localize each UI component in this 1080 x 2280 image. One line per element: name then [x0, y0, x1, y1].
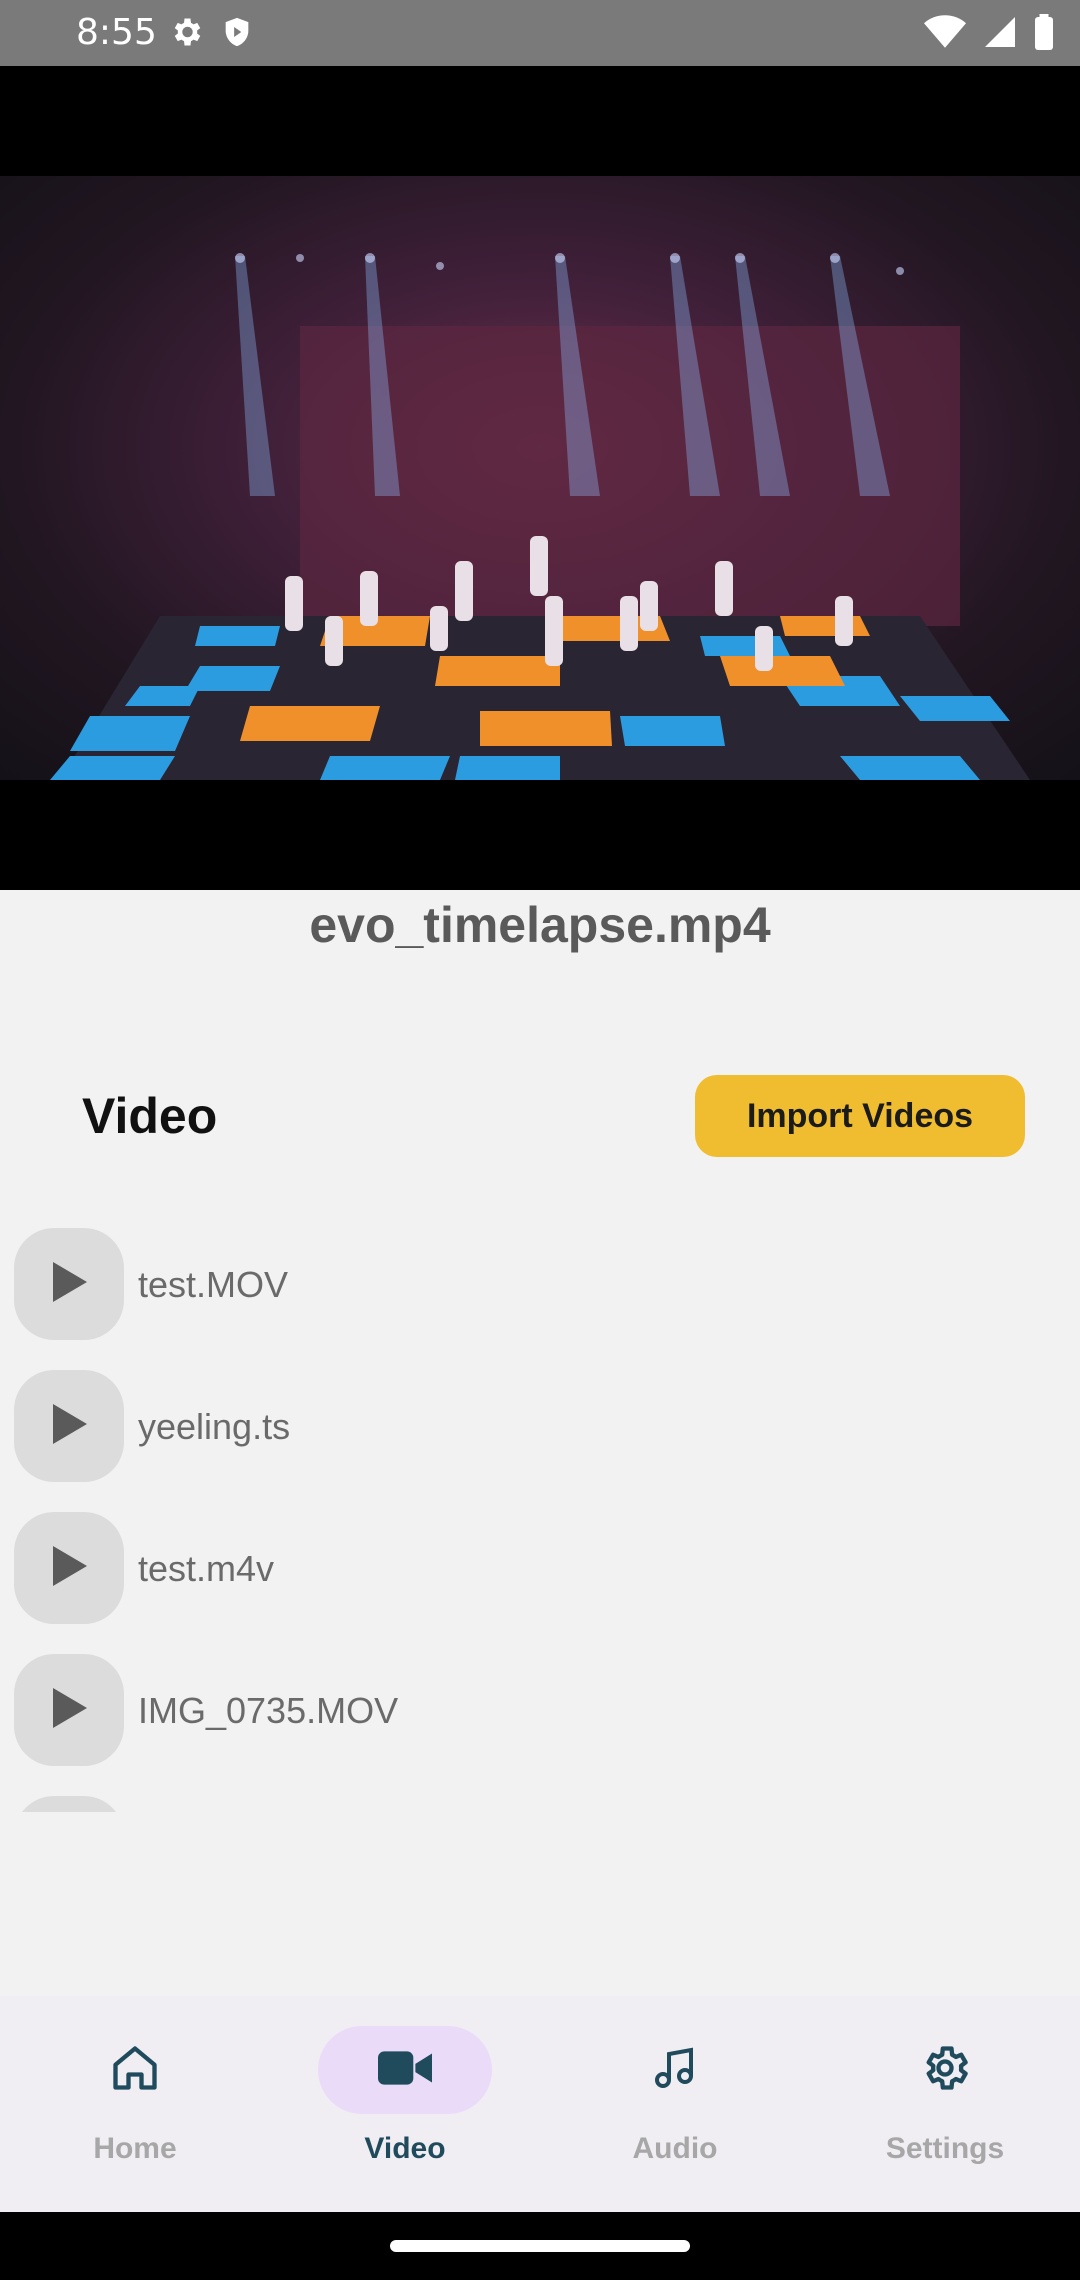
list-item[interactable]: test.MOV: [0, 1220, 1080, 1362]
list-item-partial[interactable]: [0, 1788, 1080, 1812]
video-filename: IMG_0735.MOV: [138, 1690, 399, 1731]
play-icon: [49, 1686, 89, 1735]
section-heading: Video: [82, 1088, 218, 1144]
play-icon: [49, 1402, 89, 1451]
list-item[interactable]: IMG_0735.MOV: [0, 1646, 1080, 1788]
nav-item-video[interactable]: Video: [270, 1996, 540, 2212]
play-icon: [49, 1260, 89, 1309]
music-note-icon: [651, 2042, 699, 2099]
video-frame[interactable]: [0, 176, 1080, 780]
wifi-icon: [924, 14, 966, 55]
nav-icon-container-active: [318, 2026, 492, 2114]
nav-label: Audio: [632, 2132, 718, 2165]
video-filename: test.m4v: [138, 1548, 275, 1589]
video-filename: test.MOV: [138, 1264, 289, 1305]
nav-label: Home: [93, 2132, 177, 2165]
settings-gear-icon: [919, 2042, 971, 2099]
gear-icon: [168, 14, 204, 55]
import-videos-button[interactable]: Import Videos: [695, 1075, 1025, 1157]
nav-item-settings[interactable]: Settings: [810, 1996, 1080, 2212]
video-thumbnail-image: [50, 253, 1030, 780]
list-item[interactable]: test.m4v: [0, 1504, 1080, 1646]
play-button[interactable]: [14, 1228, 124, 1340]
nav-item-home[interactable]: Home: [0, 1996, 270, 2212]
video-filename: yeeling.ts: [138, 1406, 291, 1447]
now-playing-title: evo_timelapse.mp4: [309, 897, 771, 953]
battery-icon: [1034, 14, 1054, 55]
nav-label: Settings: [885, 2132, 1005, 2165]
nav-icon-container: [588, 2026, 762, 2114]
play-button[interactable]: [14, 1796, 124, 1812]
shield-icon: [220, 14, 254, 55]
signal-icon: [982, 14, 1018, 55]
video-list[interactable]: test.MOV yeeling.ts test.m4v IMG_0735.MO…: [0, 1220, 1080, 1820]
gesture-handle[interactable]: [390, 2240, 690, 2252]
bottom-navigation: Home Video Audio Settings: [0, 1996, 1080, 2212]
nav-label: Video: [364, 2132, 446, 2165]
status-bar: 8:55: [0, 0, 1080, 66]
list-item[interactable]: yeeling.ts: [0, 1362, 1080, 1504]
play-button[interactable]: [14, 1654, 124, 1766]
status-time: 8:55: [76, 12, 157, 53]
play-icon: [49, 1544, 89, 1593]
play-button[interactable]: [14, 1370, 124, 1482]
video-camera-icon: [378, 2048, 432, 2093]
nav-icon-container: [858, 2026, 1032, 2114]
video-player[interactable]: [0, 66, 1080, 890]
home-icon: [109, 2042, 161, 2099]
nav-icon-container: [48, 2026, 222, 2114]
nav-item-audio[interactable]: Audio: [540, 1996, 810, 2212]
play-button[interactable]: [14, 1512, 124, 1624]
